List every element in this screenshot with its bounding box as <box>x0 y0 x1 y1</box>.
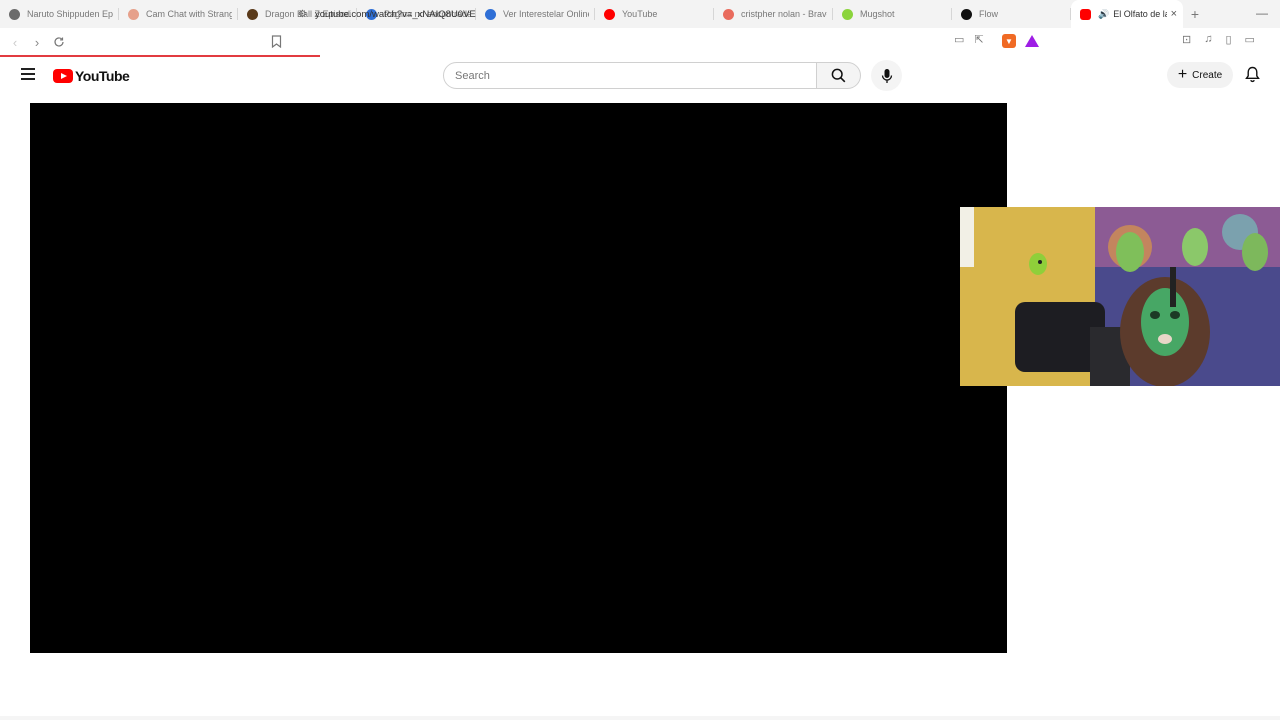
create-label: Create <box>1192 69 1223 81</box>
toolbar-icons-left: ▭ ⇱ <box>954 33 984 46</box>
tab-title: El Olfato de la <box>1113 9 1167 19</box>
tab-favicon-icon <box>9 8 20 20</box>
new-tab-button[interactable]: + <box>1183 6 1207 22</box>
brave-rewards-icon[interactable] <box>1025 35 1039 47</box>
address-text: youtube.com/watch?v=_xNAIQ8U0VE <box>314 8 476 20</box>
browser-tab[interactable]: Flow <box>952 0 1071 28</box>
sidebar-icon[interactable]: ▯ <box>1225 33 1231 46</box>
youtube-logo[interactable]: YouTube <box>53 68 130 84</box>
tab-title: Cam Chat with Strange <box>146 9 232 19</box>
video-player[interactable] <box>30 103 1007 653</box>
media-icon[interactable]: ♫ <box>1204 33 1212 46</box>
close-tab-icon[interactable]: × <box>1171 8 1177 20</box>
tab-favicon-icon <box>247 8 258 20</box>
cast-icon[interactable]: ▭ <box>954 33 964 46</box>
brave-shields-icon[interactable]: ▼ <box>1002 34 1016 48</box>
youtube-favicon-icon <box>1080 8 1091 20</box>
toolbar-icons-right: ⊡ ♫ ▯ ▭ <box>1182 33 1255 46</box>
share-icon[interactable]: ⇱ <box>974 33 983 46</box>
create-button[interactable]: + Create <box>1167 62 1233 88</box>
bookmark-icon[interactable] <box>271 35 282 53</box>
webcam-image <box>960 207 1280 386</box>
voice-search-button[interactable] <box>871 60 902 91</box>
tab-favicon-icon <box>961 8 972 20</box>
site-info-icon[interactable]: ⚙ <box>298 9 307 20</box>
reload-button[interactable] <box>48 31 70 53</box>
browser-tab[interactable]: Naruto Shippuden Epi <box>0 0 119 28</box>
youtube-play-icon <box>53 69 73 83</box>
search-placeholder: Search <box>455 69 490 82</box>
youtube-header: YouTube Search + Create <box>0 57 1280 93</box>
tab-title: Naruto Shippuden Epi <box>27 9 113 19</box>
search-button[interactable] <box>816 62 861 89</box>
webcam-overlay <box>960 207 1280 386</box>
tab-favicon-icon <box>128 8 139 20</box>
browser-tab-active[interactable]: 🔊 El Olfato de la × <box>1071 0 1183 28</box>
back-button[interactable]: ‹ <box>4 31 26 53</box>
tab-title: Flow <box>979 9 999 19</box>
extensions-icon[interactable]: ⊡ <box>1182 33 1191 46</box>
microphone-icon <box>881 68 892 83</box>
browser-tab[interactable]: Cam Chat with Strange <box>119 0 238 28</box>
minimize-icon[interactable]: — <box>1256 6 1268 20</box>
youtube-logo-text: YouTube <box>75 68 130 84</box>
menu-icon[interactable] <box>21 68 35 80</box>
search-input[interactable]: Search <box>443 62 817 89</box>
plus-icon: + <box>1177 66 1188 83</box>
notifications-icon[interactable] <box>1245 66 1260 88</box>
reload-icon <box>54 37 64 47</box>
page-bottom-edge <box>0 716 1280 720</box>
audio-playing-icon[interactable]: 🔊 <box>1098 9 1109 20</box>
address-bar[interactable]: ⚙ youtube.com/watch?v=_xNAIQ8U0VE <box>298 3 948 25</box>
wallet-icon[interactable]: ▭ <box>1245 33 1255 46</box>
forward-button[interactable]: › <box>26 31 48 53</box>
search-icon <box>831 68 846 83</box>
browser-toolbar: ‹ › <box>0 28 1280 56</box>
